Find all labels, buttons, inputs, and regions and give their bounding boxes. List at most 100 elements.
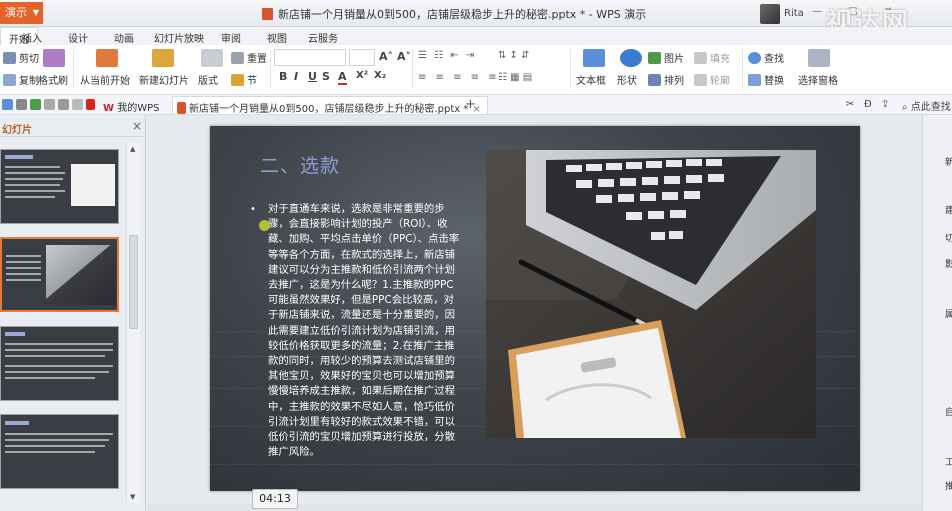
- pin-icon[interactable]: [86, 99, 95, 110]
- section-button[interactable]: 节: [231, 72, 257, 87]
- slide-title[interactable]: 二、选款: [260, 151, 340, 178]
- arrange-button[interactable]: 排列: [648, 72, 684, 87]
- shapes-icon[interactable]: [620, 49, 642, 67]
- replace-button[interactable]: 替换: [748, 72, 784, 87]
- thumb-text: [5, 343, 113, 345]
- feedback-icon[interactable]: Ð: [864, 99, 872, 110]
- cut-button[interactable]: 剪切: [3, 50, 39, 65]
- text-direction-icon[interactable]: ⇅ ↕ ⇵: [498, 50, 530, 61]
- scroll-up-icon[interactable]: ▲: [130, 145, 135, 153]
- increase-font-icon[interactable]: A˄: [379, 50, 393, 63]
- task-button[interactable]: 推: [945, 479, 952, 492]
- new-tab-icon[interactable]: +: [465, 97, 476, 112]
- tab-cloud[interactable]: 云服务: [308, 30, 338, 45]
- fill-button[interactable]: 填充: [694, 50, 730, 65]
- italic-button[interactable]: I: [294, 70, 298, 83]
- print-icon[interactable]: [16, 99, 27, 110]
- skin-icon[interactable]: ✂: [846, 99, 854, 110]
- app-menu-button[interactable]: 演示 ▼: [0, 2, 43, 24]
- align-buttons-icon[interactable]: ≡ ≡ ≡ ≡ ≡: [418, 72, 500, 83]
- thumb-text: [5, 190, 65, 192]
- scrollbar-thumb[interactable]: [129, 235, 138, 329]
- outline-button[interactable]: 轮廓: [694, 72, 730, 87]
- bullet-icon: •: [250, 204, 256, 215]
- thumb-image: [46, 245, 116, 305]
- close-icon[interactable]: ×: [132, 119, 142, 133]
- slide-thumbnail[interactable]: [0, 149, 119, 224]
- scroll-down-icon[interactable]: ▼: [130, 493, 135, 501]
- slide-thumbnail[interactable]: [0, 414, 119, 489]
- slides-scrollbar[interactable]: ▲ ▼: [126, 143, 140, 503]
- tab-my-wps[interactable]: W 我的WPS: [99, 96, 165, 114]
- font-color-button[interactable]: A: [338, 70, 347, 85]
- font-family-select[interactable]: [274, 49, 346, 66]
- find-button[interactable]: 查找: [748, 50, 784, 65]
- format-painter-icon[interactable]: [43, 49, 65, 67]
- tab-animation[interactable]: 动画: [114, 30, 134, 45]
- picture-button[interactable]: 图片: [648, 50, 684, 65]
- slide[interactable]: 二、选款 • 对于直通车来说，选款是非常重要的步骤，会直接影响计划的投产（ROI…: [210, 126, 860, 491]
- layout-button[interactable]: 版式: [198, 72, 218, 87]
- minimize-icon[interactable]: —: [812, 6, 822, 17]
- user-name[interactable]: Rita: [784, 8, 804, 19]
- new-slide-icon[interactable]: [152, 49, 174, 67]
- undo-icon[interactable]: [58, 99, 69, 110]
- textbox-button[interactable]: 文本框: [576, 72, 606, 87]
- new-slide-button[interactable]: 新建幻灯片: [139, 72, 189, 87]
- copy-button[interactable]: 复制: [3, 72, 39, 87]
- reset-button[interactable]: 重置: [231, 50, 267, 65]
- task-button[interactable]: 属: [945, 307, 952, 320]
- textbox-icon[interactable]: [583, 49, 605, 67]
- layout-icon[interactable]: [201, 49, 223, 67]
- format-painter-button[interactable]: 格式刷: [38, 72, 68, 87]
- subscript-button[interactable]: X₂: [374, 70, 386, 81]
- replace-label: 替换: [764, 76, 784, 87]
- redo-icon[interactable]: [72, 99, 83, 110]
- selection-pane-button[interactable]: 选择窗格: [798, 72, 838, 87]
- share-icon[interactable]: ⇪: [881, 99, 889, 110]
- video-timestamp: 04:13: [252, 489, 298, 509]
- slide-thumbnail-selected[interactable]: [0, 237, 119, 312]
- task-button[interactable]: 工: [945, 455, 952, 468]
- task-button[interactable]: 自: [945, 405, 952, 418]
- thumb-text: [5, 196, 55, 198]
- new-task-button[interactable]: 新: [945, 155, 952, 168]
- tab-design[interactable]: 设计: [68, 30, 88, 45]
- slide-thumbnail[interactable]: [0, 326, 119, 401]
- selection-pane-icon[interactable]: [808, 49, 830, 67]
- tab-insert[interactable]: 插入: [22, 30, 42, 45]
- ribbon-search[interactable]: ⌕ 点此查找: [902, 98, 951, 113]
- preview-icon[interactable]: [44, 99, 55, 110]
- play-icon[interactable]: [96, 49, 118, 67]
- tab-document[interactable]: 新店铺一个月销量从0到500，店铺层级稳步上升的秘密.pptx * ×: [172, 96, 488, 115]
- underline-button[interactable]: U: [308, 70, 317, 83]
- list-buttons-icon[interactable]: ☰ ☷ ⇤ ⇥: [418, 50, 476, 61]
- task-button[interactable]: 影: [945, 257, 952, 270]
- tab-review[interactable]: 审阅: [221, 30, 241, 45]
- avatar[interactable]: [760, 4, 780, 24]
- task-button[interactable]: 切: [945, 231, 952, 244]
- play-from-current-button[interactable]: 从当前开始: [80, 72, 130, 87]
- tab-slideshow[interactable]: 幻灯片放映: [154, 30, 204, 45]
- tab-view[interactable]: 视图: [267, 30, 287, 45]
- thumb-text: [5, 377, 95, 379]
- export-icon[interactable]: [30, 99, 41, 110]
- task-button[interactable]: 建: [945, 203, 952, 216]
- superscript-button[interactable]: X²: [356, 70, 368, 81]
- slides-pane: 幻灯片 × ▲ ▼: [0, 115, 146, 511]
- reset-icon: [231, 52, 244, 64]
- thumb-text: [5, 355, 105, 357]
- slide-body-text[interactable]: 对于直通车来说，选款是非常重要的步骤，会直接影响计划的投产（ROI）、收藏、加购…: [268, 202, 462, 460]
- arrange-label: 排列: [664, 76, 684, 87]
- strikethrough-button[interactable]: S: [322, 70, 330, 83]
- decrease-font-icon[interactable]: A˅: [397, 50, 411, 63]
- bold-button[interactable]: B: [279, 70, 287, 83]
- line-spacing-icon[interactable]: ☷ ▦ ▤: [498, 72, 532, 83]
- font-size-select[interactable]: [349, 49, 375, 66]
- section-icon: [231, 74, 244, 86]
- save-icon[interactable]: [2, 99, 13, 110]
- laptop-photo[interactable]: [486, 150, 816, 438]
- thumb-text: [6, 261, 41, 263]
- shapes-button[interactable]: 形状: [617, 72, 637, 87]
- outline-label: 轮廓: [710, 76, 730, 87]
